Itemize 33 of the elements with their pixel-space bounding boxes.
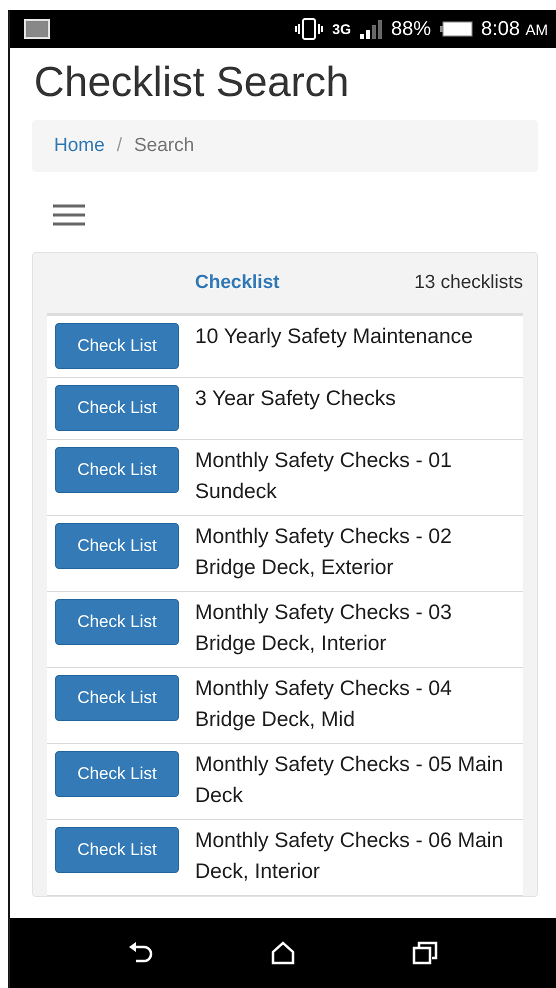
- menu-icon[interactable]: [52, 204, 86, 226]
- check-list-button[interactable]: Check List: [55, 827, 179, 873]
- checklist-count: 13 checklists: [414, 272, 523, 294]
- check-list-button[interactable]: Check List: [55, 447, 179, 493]
- checklist-name: 3 Year Safety Checks: [195, 386, 397, 412]
- breadcrumb-separator: /: [116, 135, 122, 157]
- page-title: Checklist Search: [34, 58, 350, 106]
- checklist-name: Monthly Safety Checks - 06 Main Deck, Interior: [195, 828, 504, 885]
- breadcrumb-link[interactable]: Home: [54, 135, 105, 157]
- column-header[interactable]: Checklist: [195, 272, 280, 294]
- checklist-name: Monthly Safety Checks - 04 Bridge Deck, Mid: [195, 676, 453, 733]
- breadcrumb-current: Search: [134, 135, 194, 157]
- check-list-button[interactable]: Check List: [55, 523, 179, 569]
- back-icon[interactable]: [128, 941, 154, 965]
- check-list-button[interactable]: Check List: [55, 385, 179, 431]
- checklist-name: Monthly Safety Checks - 01 Sundeck: [195, 448, 453, 505]
- home-icon[interactable]: [270, 941, 295, 965]
- check-list-button[interactable]: Check List: [55, 323, 179, 369]
- battery-icon: [439, 21, 474, 37]
- check-list-button[interactable]: Check List: [55, 599, 179, 645]
- checklist-name: Monthly Safety Checks - 03 Bridge Deck, Interior: [195, 600, 453, 657]
- check-list-button[interactable]: Check List: [55, 675, 179, 721]
- image-icon: [24, 19, 50, 39]
- clock: 8:08 AM: [481, 18, 548, 40]
- checklist-name: Monthly Safety Checks - 02 Bridge Deck, Exterior: [195, 524, 453, 581]
- battery-percent: 88%: [390, 18, 432, 40]
- check-list-button[interactable]: Check List: [55, 751, 179, 797]
- signal-icon: [358, 19, 383, 39]
- network-type: 3G: [332, 21, 351, 37]
- recent-apps-icon[interactable]: [412, 941, 438, 965]
- checklist-name: 10 Yearly Safety Maintenance: [195, 324, 474, 350]
- vibrate-icon: [294, 17, 324, 41]
- checklist-name: Monthly Safety Checks - 05 Main Deck: [195, 752, 504, 809]
